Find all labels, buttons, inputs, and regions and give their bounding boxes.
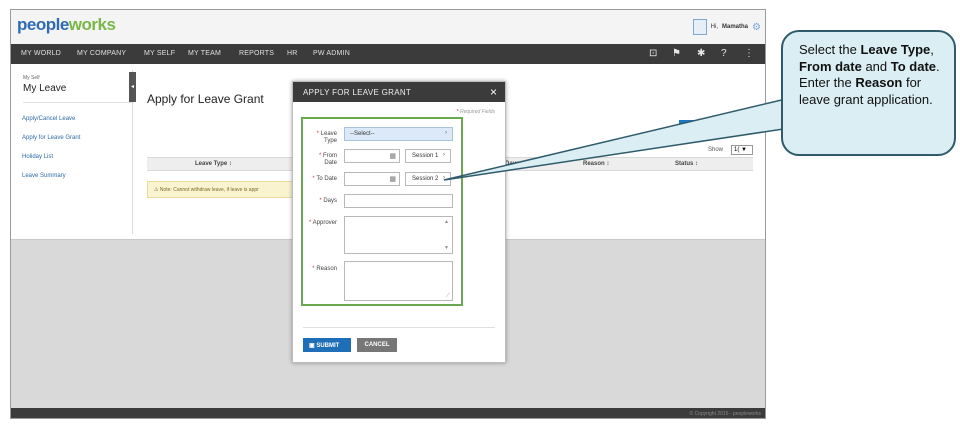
instruction-callout: Select the Leave Type, From date and To … bbox=[781, 30, 956, 156]
